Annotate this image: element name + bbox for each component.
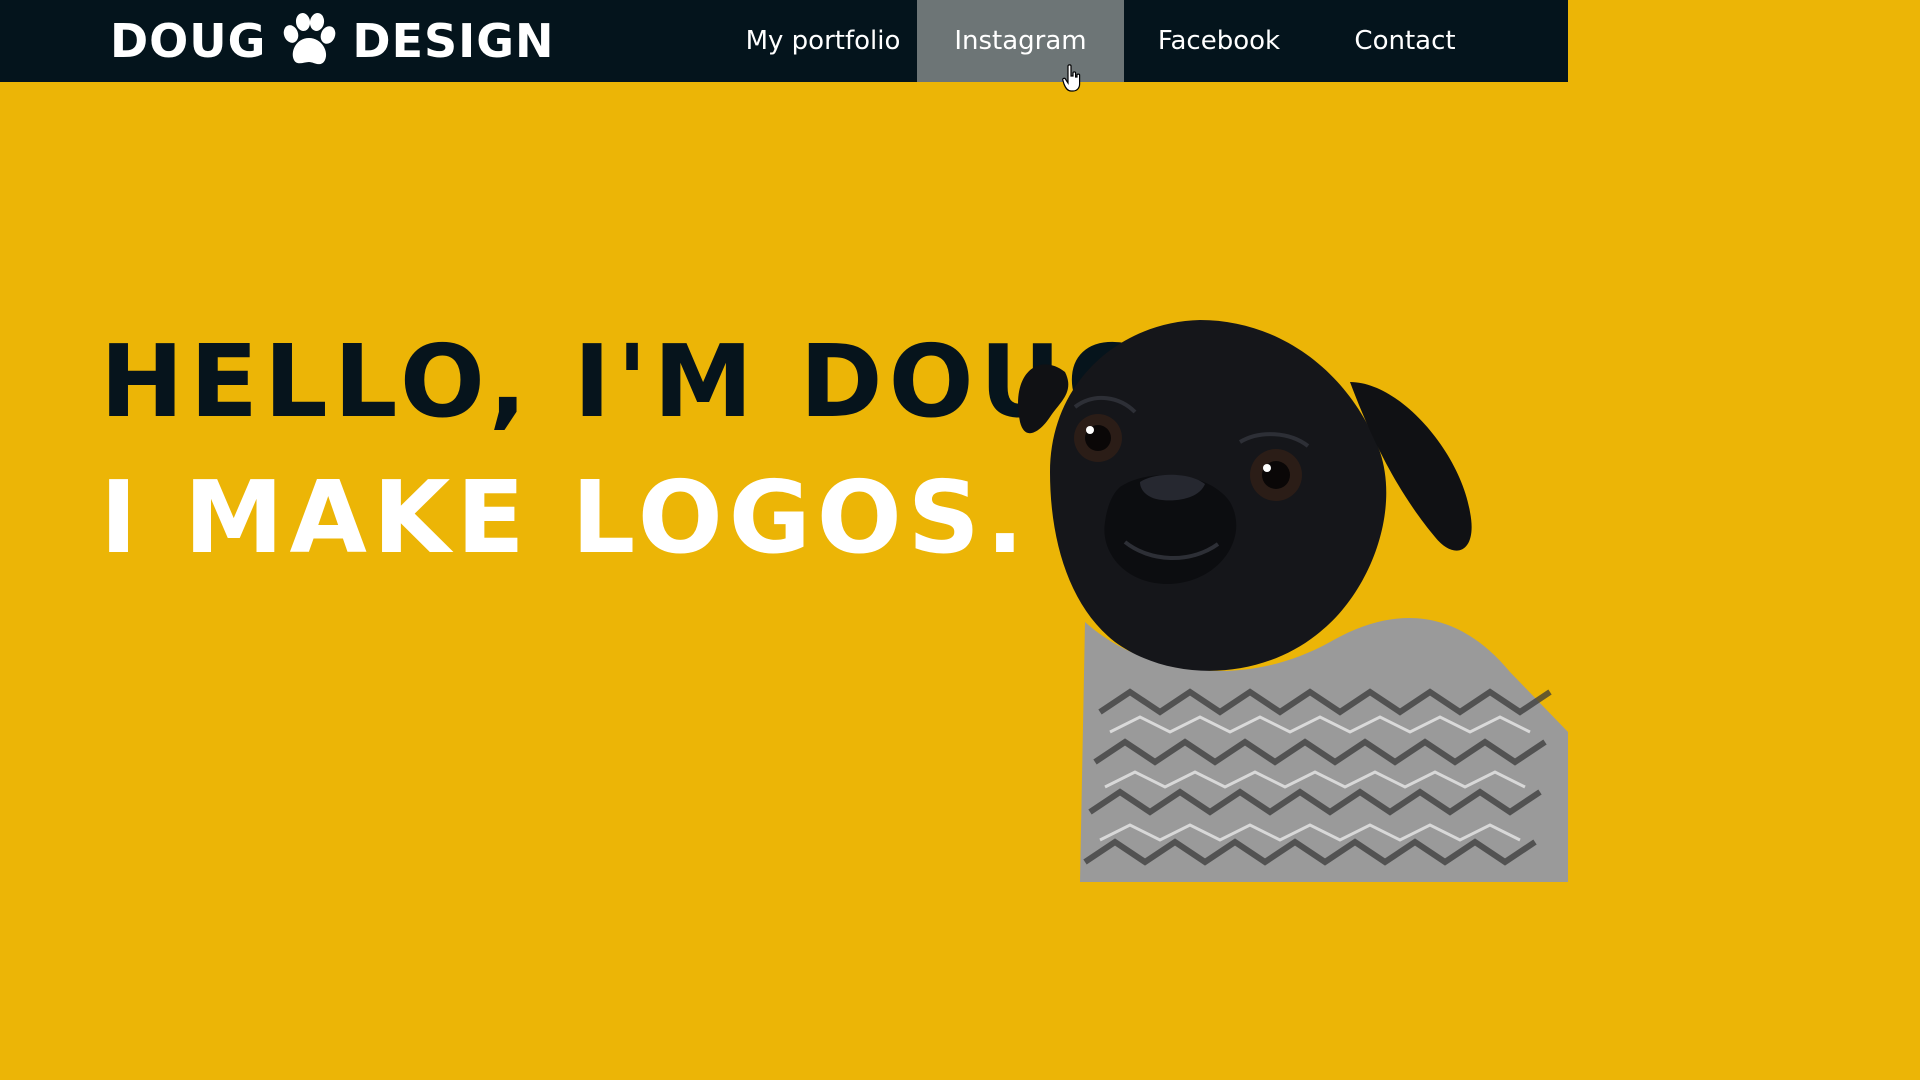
nav-link-contact[interactable]: Contact xyxy=(1314,0,1496,82)
nav-link-my-portfolio[interactable]: My portfolio xyxy=(693,0,917,82)
brand-logo[interactable]: DOUG DESIGN xyxy=(110,8,555,74)
nav-link-instagram[interactable]: Instagram xyxy=(917,0,1124,82)
pug-photo xyxy=(1018,320,1568,882)
nav-link-facebook[interactable]: Facebook xyxy=(1124,0,1314,82)
main-nav: My portfolio Instagram Facebook Contact xyxy=(693,0,1496,82)
navbar: DOUG DESIGN My portfolio Instagram Faceb… xyxy=(0,0,1568,82)
paw-icon xyxy=(284,13,336,65)
hero-headline-tagline: I MAKE LOGOS. xyxy=(100,459,1030,576)
brand-name-left: DOUG xyxy=(110,14,267,68)
hero-section: HELLO, I'M DOUG. I MAKE LOGOS. xyxy=(0,82,1568,882)
brand-name-right: DESIGN xyxy=(352,14,555,68)
